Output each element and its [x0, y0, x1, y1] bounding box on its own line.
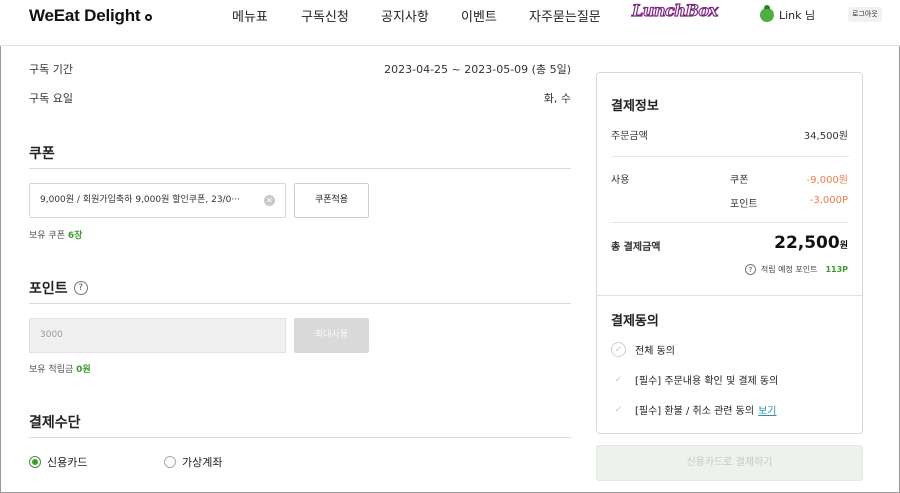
coupon-use-label: 쿠폰 [730, 175, 749, 186]
point-owned: 보유 적립금 0원 [29, 362, 91, 375]
user-avatar-icon [760, 5, 774, 22]
view-terms-link[interactable]: 보기 [758, 402, 776, 417]
point-divider [29, 303, 571, 304]
agree-refund-label: [필수] 환불 / 취소 관련 동의 [635, 406, 755, 417]
payment-summary-panel: 결제정보 주문금액 34,500원 사용 쿠폰 -9,000원 포인트 -3,0… [596, 72, 863, 434]
nav-event[interactable]: 이벤트 [461, 6, 497, 25]
agree-refund[interactable]: ✓ [필수] 환불 / 취소 관련 동의 보기 [611, 402, 777, 418]
point-owned-amount: 0원 [76, 365, 91, 375]
check-icon: ✓ [614, 374, 623, 385]
coupon-use-amount: -9,000원 [806, 175, 848, 186]
nav-notice[interactable]: 공지사항 [381, 6, 429, 25]
coupon-owned-count: 6장 [67, 231, 83, 241]
total-amount: 22,500원 [774, 233, 848, 253]
agreement-title: 결제동의 [611, 314, 659, 329]
coupon-owned: 보유 쿠폰 6장 [29, 228, 82, 241]
coupon-title-text: 쿠폰 [29, 146, 55, 162]
user-menu[interactable]: Link 님 [760, 5, 816, 23]
coupon-divider [29, 168, 571, 169]
accrue-label: 적립 예정 포인트 [760, 265, 818, 274]
max-use-button[interactable]: 최대사용 [294, 318, 369, 353]
point-input[interactable]: 3000 [29, 318, 286, 353]
payment-method-divider [29, 437, 571, 438]
radio-credit-card-label: 신용카드 [47, 456, 88, 469]
coupon-owned-label: 보유 쿠폰 [29, 231, 65, 241]
brand-logo-text: WeEat Delight [29, 6, 141, 25]
user-name: Link 님 [779, 9, 816, 22]
summary-divider [611, 222, 849, 223]
accrue-points: ? 적립 예정 포인트 113P [744, 264, 848, 275]
use-label: 사용 [611, 175, 630, 186]
help-icon[interactable]: ? [744, 264, 756, 275]
logo-dot-icon [145, 14, 153, 21]
total-label: 총 결제금액 [611, 242, 661, 253]
nav-menu[interactable]: 메뉴표 [232, 6, 268, 25]
coupon-select[interactable]: 9,000원 / 회원가입축하 9,000원 할인쿠폰, 23/0··· ✕ [29, 183, 286, 218]
payment-method-title-text: 결제수단 [29, 415, 81, 431]
total-amount-unit: 원 [839, 241, 848, 251]
top-header: WeEat Delight 메뉴표 구독신청 공지사항 이벤트 자주묻는질문 L… [0, 0, 900, 46]
radio-virtual-account-label: 가상계좌 [182, 456, 223, 469]
payment-method-title: 결제수단 [29, 412, 81, 432]
point-use-label: 포인트 [730, 199, 758, 210]
point-owned-label: 보유 적립금 [29, 365, 74, 375]
agree-order[interactable]: ✓ [필수] 주문내용 확인 및 결제 동의 [611, 372, 779, 388]
brand-logo[interactable]: WeEat Delight [29, 6, 153, 26]
radio-virtual-account[interactable]: 가상계좌 [164, 454, 222, 470]
nav-subscribe[interactable]: 구독신청 [301, 6, 349, 25]
check-icon: ✓ [614, 404, 623, 415]
help-icon[interactable]: ? [73, 281, 88, 295]
summary-divider [611, 156, 849, 157]
pay-button[interactable]: 신용카드로 결제하기 [596, 445, 863, 481]
period-label: 구독 기간 [29, 63, 73, 76]
lunchbox-logo[interactable]: LunchBox [631, 0, 718, 20]
radio-credit-card[interactable]: 신용카드 [29, 454, 87, 470]
coupon-selected-text: 9,000원 / 회원가입축하 9,000원 할인쿠폰, 23/0··· [40, 195, 240, 205]
logout-button[interactable]: 로그아웃 [848, 7, 882, 22]
clear-icon[interactable]: ✕ [264, 195, 275, 206]
point-title-text: 포인트 [29, 281, 68, 297]
radio-unselected-icon [164, 456, 176, 468]
days-label: 구독 요일 [29, 92, 73, 105]
radio-selected-icon [29, 456, 41, 468]
coupon-section-title: 쿠폰 [29, 143, 55, 163]
total-amount-value: 22,500 [774, 233, 840, 253]
section-divider [597, 295, 862, 296]
accrue-amount: 113P [825, 265, 848, 274]
period-value: 2023-04-25 ~ 2023-05-09 (총 5일) [384, 63, 571, 76]
days-value: 화, 수 [543, 92, 571, 105]
agree-all-label: 전체 동의 [635, 346, 675, 357]
check-circle-icon: ✓ [611, 342, 626, 357]
order-amount-label: 주문금액 [611, 131, 648, 142]
payment-info-title: 결제정보 [611, 99, 659, 114]
point-use-amount: -3,000P [809, 195, 848, 206]
nav-faq[interactable]: 자주묻는질문 [529, 6, 601, 25]
coupon-apply-button[interactable]: 쿠폰적용 [294, 183, 369, 218]
point-section-title: 포인트 ? [29, 278, 88, 298]
agree-all[interactable]: ✓ 전체 동의 [611, 342, 675, 357]
agree-order-label: [필수] 주문내용 확인 및 결제 동의 [635, 376, 779, 387]
order-amount-value: 34,500원 [803, 131, 848, 142]
